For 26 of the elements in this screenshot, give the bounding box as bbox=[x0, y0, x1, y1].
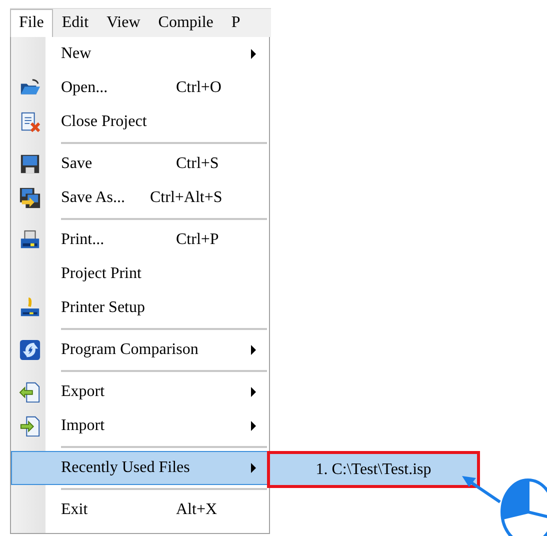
menu-item[interactable]: Print... Ctrl+P bbox=[11, 223, 269, 257]
menu-item[interactable]: Open... Ctrl+O bbox=[11, 71, 269, 105]
printer-icon bbox=[18, 229, 40, 251]
document-arrow-icon bbox=[18, 415, 40, 437]
menu-bar-item[interactable]: View bbox=[98, 9, 150, 37]
menu-bar-item[interactable]: Edit bbox=[52, 9, 98, 37]
menu-item[interactable]: Recently Used Files bbox=[11, 451, 269, 485]
floppy-disks-icon bbox=[18, 187, 40, 209]
document-arrow-icon bbox=[18, 381, 40, 403]
menu-item[interactable]: Close Project bbox=[11, 105, 269, 139]
recent-file-item[interactable]: 1. C:\Test\Test.isp bbox=[267, 451, 480, 488]
menu-item[interactable]: Program Comparison bbox=[11, 333, 269, 367]
menu-item[interactable]: Import bbox=[11, 409, 269, 443]
menu-bar-item[interactable]: Compile bbox=[149, 9, 222, 37]
menu-item[interactable]: Exit Alt+X bbox=[11, 493, 269, 527]
menu-bar-item[interactable]: P bbox=[222, 9, 250, 37]
menu-item[interactable]: Save Ctrl+S bbox=[11, 147, 269, 181]
menu-bar-item[interactable]: File bbox=[10, 9, 53, 37]
menu-item[interactable]: New bbox=[11, 37, 269, 71]
document-x-icon bbox=[18, 111, 40, 133]
menu-item[interactable]: Project Print bbox=[11, 257, 269, 291]
pointer-arrow bbox=[460, 474, 502, 504]
menu-item[interactable]: Printer Setup bbox=[11, 291, 269, 325]
menu-item[interactable]: Save As... Ctrl+Alt+S bbox=[11, 181, 269, 215]
printer-setup-icon bbox=[18, 297, 40, 319]
menu-item[interactable]: Export bbox=[11, 375, 269, 409]
